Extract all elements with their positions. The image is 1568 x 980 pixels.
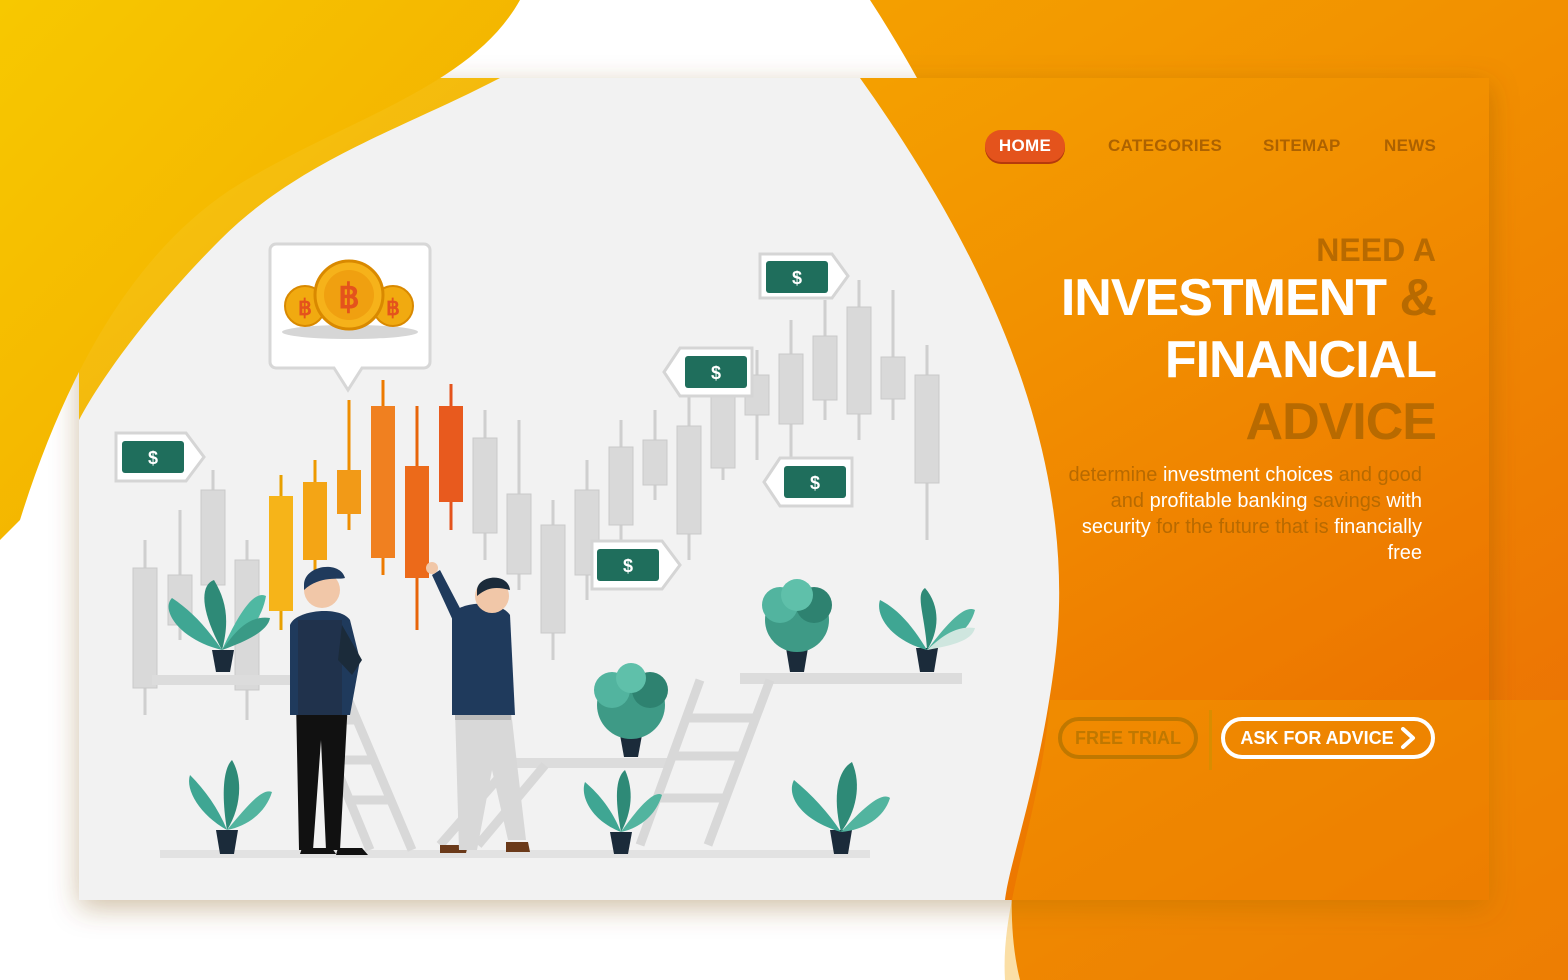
desc-text: for the future that is <box>1150 516 1335 538</box>
plant-icon <box>879 588 975 672</box>
svg-text:฿: ฿ <box>338 278 360 316</box>
desc-text: savings <box>1307 490 1387 512</box>
nav-sitemap[interactable]: SITEMAP <box>1263 130 1341 162</box>
free-trial-button[interactable]: FREE TRIAL <box>1058 717 1198 759</box>
dollar-bill-icon: $ <box>662 346 754 398</box>
dollar-bill-icon: $ <box>114 431 206 483</box>
nav-categories[interactable]: CATEGORIES <box>1108 130 1222 162</box>
button-divider <box>1209 710 1212 770</box>
desc-highlight: investment choices <box>1162 464 1334 486</box>
svg-text:$: $ <box>810 473 820 493</box>
dollar-bill-icon: $ <box>762 456 854 508</box>
plant-icon <box>762 579 832 672</box>
hero-heading-line4: ADVICE <box>1245 393 1437 451</box>
svg-text:฿: ฿ <box>386 295 400 320</box>
hero-heading-line3: FINANCIAL <box>1164 331 1437 389</box>
desc-highlight: profitable banking <box>1149 490 1308 512</box>
chevron-right-icon <box>1400 727 1415 749</box>
desc-text: determine <box>1068 464 1163 486</box>
plant-icon <box>583 770 662 854</box>
svg-text:$: $ <box>623 556 633 576</box>
hero-heading-ampersand: & <box>1399 269 1437 327</box>
svg-text:$: $ <box>148 448 158 468</box>
hero-heading-investment: INVESTMENT <box>1060 269 1387 327</box>
svg-text:$: $ <box>711 363 721 383</box>
hero-heading-line1: NEED A <box>1316 232 1436 268</box>
nav-home[interactable]: HOME <box>985 130 1065 162</box>
person-pointing-icon <box>426 562 530 853</box>
dollar-bill-icon: $ <box>590 539 682 591</box>
dollar-bill-icon: $ <box>758 252 850 300</box>
ask-for-advice-label: ASK FOR ADVICE <box>1240 727 1394 748</box>
svg-text:฿: ฿ <box>298 295 312 320</box>
plant-icon <box>594 663 668 757</box>
bitcoin-coin-bubble: ฿ ฿ ฿ <box>268 242 432 393</box>
hero-heading-line2: INVESTMENT & <box>1060 268 1437 328</box>
desc-highlight: financially free <box>1334 516 1422 564</box>
hero-description: determine investment choices and good an… <box>1042 462 1422 566</box>
svg-text:$: $ <box>792 268 802 288</box>
ask-for-advice-button[interactable]: ASK FOR ADVICE <box>1221 717 1435 759</box>
plant-icon <box>791 762 890 854</box>
nav-news[interactable]: NEWS <box>1384 130 1436 162</box>
plant-icon <box>189 760 272 854</box>
